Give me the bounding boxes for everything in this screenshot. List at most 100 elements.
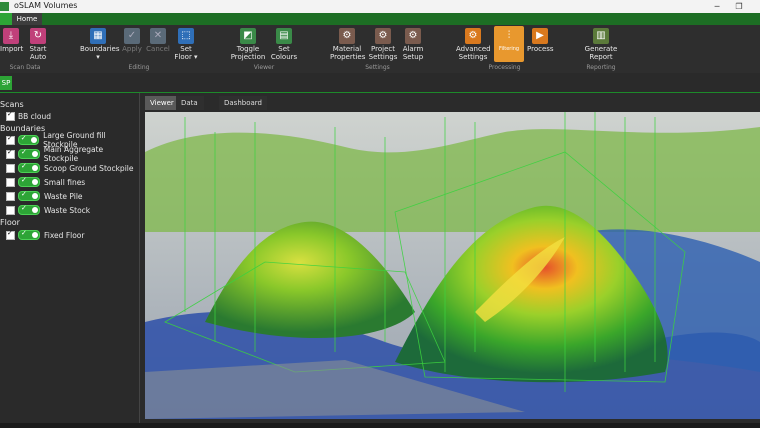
apply-button[interactable]: ✓ Apply	[121, 28, 143, 53]
boundary-label: Small fines	[44, 177, 86, 187]
boundary-checkbox[interactable]	[6, 191, 15, 201]
boundary-item[interactable]: Scoop Ground Stockpile	[6, 162, 134, 173]
visibility-toggle[interactable]	[18, 229, 40, 240]
boundaries-label: Boundaries	[80, 45, 120, 53]
toggle-projection-button[interactable]: ◩ Toggle Projection	[230, 28, 266, 61]
set-colours-label-1: Set	[278, 45, 290, 53]
visibility-toggle[interactable]	[18, 176, 40, 187]
auto-icon: ↻	[30, 28, 46, 44]
report-icon: ▥	[593, 28, 609, 44]
boundary-checkbox[interactable]	[6, 177, 15, 187]
group-settings: Settings	[365, 64, 390, 71]
point-cloud-viewer[interactable]	[145, 112, 760, 419]
visibility-toggle[interactable]	[18, 190, 40, 201]
boundary-item[interactable]: Large Ground fill Stockpile	[6, 131, 139, 149]
group-viewer: Viewer	[253, 64, 275, 71]
floor-checkbox[interactable]	[6, 229, 15, 240]
boundary-item[interactable]: Small fines	[6, 176, 86, 187]
set-colours-button[interactable]: ▤ Set Colours	[270, 28, 298, 61]
boundary-label: Waste Stock	[44, 205, 91, 215]
scan-checkbox[interactable]	[6, 110, 15, 121]
set-floor-button[interactable]: ⬚ Set Floor ▾	[174, 28, 198, 61]
cancel-button[interactable]: ✕ Cancel	[146, 28, 170, 53]
boundaries-button[interactable]: ▦ Boundaries ▾	[80, 28, 120, 61]
generate-report-label-2: Report	[589, 53, 613, 61]
group-editing: Editing	[128, 64, 150, 71]
ribbon-tab-row: Home	[0, 13, 760, 25]
gear-icon: ⚙	[465, 28, 481, 44]
boundary-checkbox[interactable]	[6, 163, 15, 173]
sliders-icon: ⫶	[507, 30, 511, 41]
title-bar: oSLAM Volumes ─ ❐	[0, 0, 760, 13]
import-button[interactable]: ⤓ Import	[0, 28, 24, 53]
boundary-checkbox[interactable]	[6, 148, 15, 159]
material-properties-button[interactable]: ⚙ Material Properties	[330, 28, 366, 61]
projection-icon: ◩	[240, 28, 256, 44]
alarm-setup-button[interactable]: ⚙ Alarm Setup	[401, 28, 425, 61]
floor-label: Fixed Floor	[44, 230, 85, 240]
visibility-toggle[interactable]	[18, 204, 40, 215]
tab-home[interactable]: Home	[12, 13, 42, 25]
set-floor-label-1: Set	[180, 45, 192, 53]
visibility-toggle[interactable]	[18, 162, 40, 173]
scan-label: BB cloud	[18, 111, 51, 121]
tab-dashboard[interactable]: Dashboard	[219, 96, 267, 110]
generate-report-label-1: Generate	[584, 45, 618, 53]
set-floor-label-2: Floor ▾	[174, 53, 198, 61]
gear-icon: ⚙	[339, 28, 355, 44]
project-settings-label-2: Settings	[368, 53, 398, 61]
gear-icon: ⚙	[375, 28, 391, 44]
boundaries-header: Boundaries	[0, 124, 46, 133]
alarm-setup-label-2: Setup	[402, 53, 424, 61]
boundary-label: Scoop Ground Stockpile	[44, 163, 134, 173]
layers-panel: Scans BB cloud Boundaries Large Ground f…	[0, 93, 140, 423]
material-properties-label-2: Properties	[330, 53, 366, 61]
boundary-item[interactable]: Waste Pile	[6, 190, 83, 201]
grid-icon: ▦	[90, 28, 106, 44]
boundary-item[interactable]: Waste Stock	[6, 204, 91, 215]
boundary-label: Main Aggregate Stockpile	[43, 145, 104, 163]
import-label: Import	[0, 45, 24, 53]
boundary-item[interactable]: Main Aggregate Stockpile	[6, 145, 139, 163]
toggle-projection-label-1: Toggle	[236, 45, 260, 53]
floor-header: Floor	[0, 218, 20, 227]
project-settings-button[interactable]: ⚙ Project Settings	[368, 28, 398, 61]
gear-icon: ⚙	[405, 28, 421, 44]
ribbon: ⤓ Import ↻ Start Auto Scan Data ▦ Bounda…	[0, 25, 760, 74]
tab-viewer[interactable]: Viewer	[145, 96, 179, 110]
floor-item[interactable]: Fixed Floor	[6, 229, 85, 240]
group-processing: Processing	[488, 64, 521, 71]
generate-report-button[interactable]: ▥ Generate Report	[584, 28, 618, 61]
boundary-checkbox[interactable]	[6, 205, 15, 215]
set-colours-label-2: Colours	[270, 53, 298, 61]
scans-header: Scans	[0, 100, 24, 109]
file-menu-icon[interactable]	[0, 13, 12, 25]
advanced-settings-label-1: Advanced	[456, 45, 491, 53]
scan-item[interactable]: BB cloud	[6, 110, 51, 121]
advanced-settings-button[interactable]: ⚙ Advanced Settings	[456, 28, 491, 61]
palette-icon: ▤	[276, 28, 292, 44]
tab-data-table[interactable]: Data Table	[176, 96, 205, 121]
filtering-button[interactable]: ⫶ Filtering	[494, 26, 524, 62]
start-auto-label-1: Start	[29, 45, 47, 53]
close-icon: ✕	[150, 28, 166, 44]
boundary-checkbox[interactable]	[6, 134, 15, 145]
process-button[interactable]: ▶ Process	[527, 28, 554, 53]
visibility-toggle[interactable]	[17, 134, 40, 145]
material-properties-label-1: Material	[332, 45, 362, 53]
group-scan-data: Scan Data	[9, 64, 41, 71]
maximize-icon[interactable]: ❐	[728, 0, 750, 13]
group-reporting: Reporting	[586, 64, 616, 71]
filtering-label: Filtering	[498, 46, 520, 52]
tab-sp[interactable]: SP	[0, 76, 12, 90]
start-auto-button[interactable]: ↻ Start Auto	[26, 28, 50, 61]
visibility-toggle[interactable]	[17, 148, 40, 159]
chevron-down-icon: ▾	[96, 53, 100, 61]
document-tab-bar: SP	[0, 73, 760, 93]
minimize-icon[interactable]: ─	[706, 0, 728, 13]
alarm-setup-label-1: Alarm	[402, 45, 424, 53]
cancel-label: Cancel	[146, 45, 170, 53]
play-icon: ▶	[532, 28, 548, 44]
toggle-projection-label-2: Projection	[230, 53, 266, 61]
boundary-label: Waste Pile	[44, 191, 83, 201]
